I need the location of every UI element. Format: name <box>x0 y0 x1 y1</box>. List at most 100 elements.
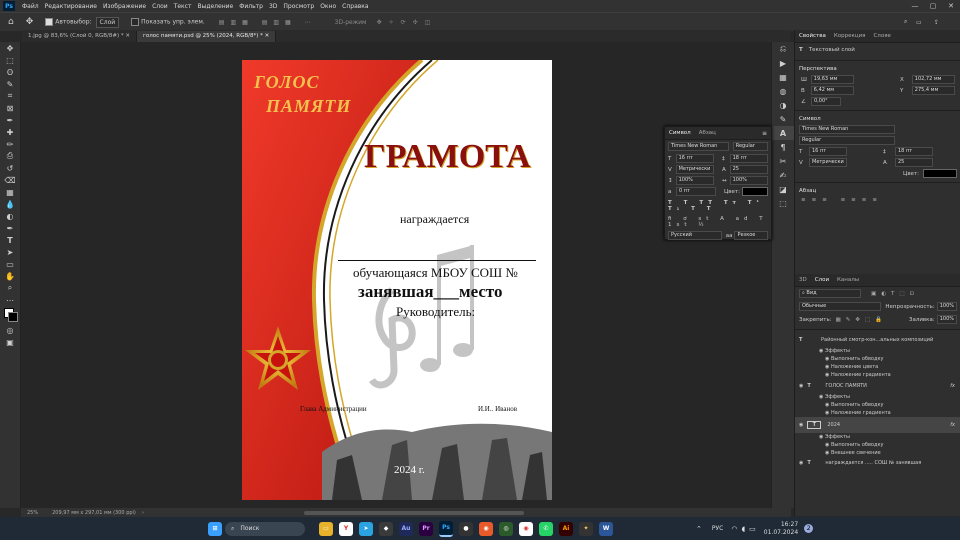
workspace-icon[interactable]: ▭ <box>916 19 922 26</box>
menu-window[interactable]: Окно <box>317 3 339 10</box>
effect-row[interactable]: ◉ Выполнить обводку <box>795 441 960 449</box>
autoselect-checkbox[interactable] <box>45 18 54 26</box>
eye-icon[interactable]: ◉ <box>819 348 823 354</box>
eye-icon[interactable]: ◉ <box>825 450 829 456</box>
healing-brush-icon[interactable]: ✚ <box>0 126 20 138</box>
wifi-icon[interactable]: ◠ <box>731 525 737 533</box>
effect-row[interactable]: ◉ Наложение цвета <box>795 363 960 371</box>
eye-icon[interactable]: ◉ <box>825 402 829 408</box>
pen-tool-icon[interactable]: ✒ <box>0 222 20 234</box>
x-field[interactable]: 102,72 мм <box>911 75 955 84</box>
quick-mask-icon[interactable]: ◎ <box>0 324 20 336</box>
styles-icon[interactable]: ⬚ <box>772 196 794 210</box>
move-tool-icon[interactable]: ✥ <box>26 17 34 27</box>
tab-adjustments[interactable]: Коррекция <box>830 33 870 39</box>
status-arrow-icon[interactable]: › <box>142 510 144 516</box>
width-field[interactable]: 19,63 мм <box>810 75 855 84</box>
character-section-title[interactable]: Символ <box>795 114 960 124</box>
layer-kind-filter[interactable]: ⌕ Вид <box>799 289 861 298</box>
color-swatches[interactable] <box>0 306 20 324</box>
3d-tools-icons[interactable]: ✥✧⟳✣◫ <box>377 19 438 26</box>
tab-libraries[interactable]: Слояе <box>869 33 894 39</box>
paragraph-icon[interactable]: ¶ <box>772 140 794 154</box>
eraser-icon[interactable]: ⌫ <box>0 174 20 186</box>
show-transform-checkbox[interactable] <box>131 18 140 26</box>
screen-mode-icon[interactable]: ▣ <box>0 336 20 348</box>
more-tools-icon[interactable]: ⋯ <box>0 294 20 306</box>
photoshop-logo-icon[interactable]: Ps <box>3 1 15 11</box>
zoom-value[interactable]: 25% <box>27 510 38 516</box>
clone-source-icon[interactable]: ◪ <box>772 182 794 196</box>
app5-icon[interactable]: ✦ <box>579 521 593 536</box>
align-icons[interactable]: ▤▥▦ ▤▥▦ ⋯ <box>219 19 317 26</box>
color-icon[interactable]: ◍ <box>772 84 794 98</box>
crop-tool-icon[interactable]: ⌗ <box>0 90 20 102</box>
app4-icon[interactable]: ◎ <box>499 521 513 536</box>
effect-row[interactable]: ◉ Наложение градиента <box>795 371 960 379</box>
eye-icon[interactable]: ◉ <box>819 394 823 400</box>
paragraph-section-title[interactable]: Абзац <box>795 186 960 196</box>
chrome-icon[interactable]: ◉ <box>519 521 533 536</box>
y-field[interactable]: 275,4 мм <box>911 86 955 95</box>
fx-icon[interactable]: fx <box>950 383 955 389</box>
play-icon[interactable]: ▶ <box>772 56 794 70</box>
fill-field[interactable]: 100% <box>936 315 957 324</box>
menu-view[interactable]: Просмотр <box>280 3 317 10</box>
tracking-field[interactable]: 25 <box>895 158 933 167</box>
language-select[interactable]: Русский <box>668 231 722 240</box>
brush-panel-icon[interactable]: ✎ <box>772 112 794 126</box>
kerning-field[interactable]: Метрически <box>809 158 847 167</box>
layer-row[interactable]: ◉ T награждается ..... СОШ № занявшая <box>795 457 960 469</box>
document-canvas[interactable]: ГОЛОС ПАМЯТИ ГРАМОТА награждается обучаю… <box>242 60 552 500</box>
blend-mode-select[interactable]: Обычные <box>799 302 882 311</box>
lasso-tool-icon[interactable]: ʘ <box>0 66 20 78</box>
size-field[interactable]: 16 пт <box>809 147 847 156</box>
whatsapp-icon[interactable]: ✆ <box>539 521 553 536</box>
eye-icon[interactable]: ◉ <box>819 434 823 440</box>
layer-row-selected[interactable]: ◉ T 2024 fx <box>795 417 960 433</box>
path-select-icon[interactable]: ➤ <box>0 246 20 258</box>
swatches-icon[interactable]: ▦ <box>772 70 794 84</box>
blur-tool-icon[interactable]: 💧 <box>0 198 20 210</box>
effect-row[interactable]: ◉ Эффекты <box>795 433 960 441</box>
panel-menu-icon[interactable]: ≡ <box>762 130 767 137</box>
gradient-tool-icon[interactable]: ▦ <box>0 186 20 198</box>
dodge-tool-icon[interactable]: ◐ <box>0 210 20 222</box>
search-icon[interactable]: ⌕ <box>904 18 907 26</box>
lock-icons[interactable]: ▦✎✥⬚🔒 <box>836 317 887 323</box>
height-field[interactable]: 6,42 мм <box>810 86 855 95</box>
windows-start-icon[interactable]: ⊞ <box>208 521 222 536</box>
glyphs-icon[interactable]: ✂ <box>772 154 794 168</box>
premiere-icon[interactable]: Pr <box>419 521 433 536</box>
eyedropper-icon[interactable]: ✒ <box>0 114 20 126</box>
horizontal-scrollbar[interactable] <box>303 510 524 515</box>
filter-icons[interactable]: ▣◐T⬚⊡ <box>871 291 919 297</box>
eye-icon[interactable]: ◉ <box>799 460 803 466</box>
zoom-tool-icon[interactable]: ⌕ <box>0 282 20 294</box>
font-select[interactable]: Times New Roman <box>799 125 895 134</box>
tab-3d[interactable]: 3D <box>795 277 811 283</box>
angle-field[interactable]: 0,00° <box>811 97 841 106</box>
float-hscale-field[interactable]: 100% <box>729 176 768 185</box>
layer-row[interactable]: T Районный смотр-кон...альных композиций <box>795 333 960 347</box>
brush-tool-icon[interactable]: ✏ <box>0 138 20 150</box>
eye-icon[interactable]: ◉ <box>825 410 829 416</box>
doc-tab-2[interactable]: голос памяти.psd @ 25% (2024, RGB/8*) * … <box>136 31 277 42</box>
quick-select-icon[interactable]: ✎ <box>0 78 20 90</box>
float-font-select[interactable]: Times New Roman <box>668 142 729 151</box>
history-icon[interactable]: ⎌ <box>772 42 794 56</box>
language-indicator[interactable]: РУС <box>712 525 723 532</box>
clock[interactable]: 16:27 01.07.2024 <box>764 521 798 537</box>
menu-layers[interactable]: Слои <box>149 3 171 10</box>
eye-icon[interactable]: ◉ <box>825 356 829 362</box>
float-leading-field[interactable]: 18 пт <box>729 154 768 163</box>
move-tool-icon[interactable]: ✥ <box>0 42 20 54</box>
yandex-browser-icon[interactable]: Y <box>339 521 353 536</box>
audition-icon[interactable]: Au <box>399 521 413 536</box>
eye-icon[interactable]: ◉ <box>799 383 803 389</box>
opacity-field[interactable]: 100% <box>936 302 957 311</box>
float-style-select[interactable]: Regular <box>732 142 768 151</box>
tray-chevron-icon[interactable]: ⌃ <box>696 525 702 533</box>
tab-layers[interactable]: Слои <box>811 277 833 283</box>
menu-image[interactable]: Изображение <box>100 3 149 10</box>
